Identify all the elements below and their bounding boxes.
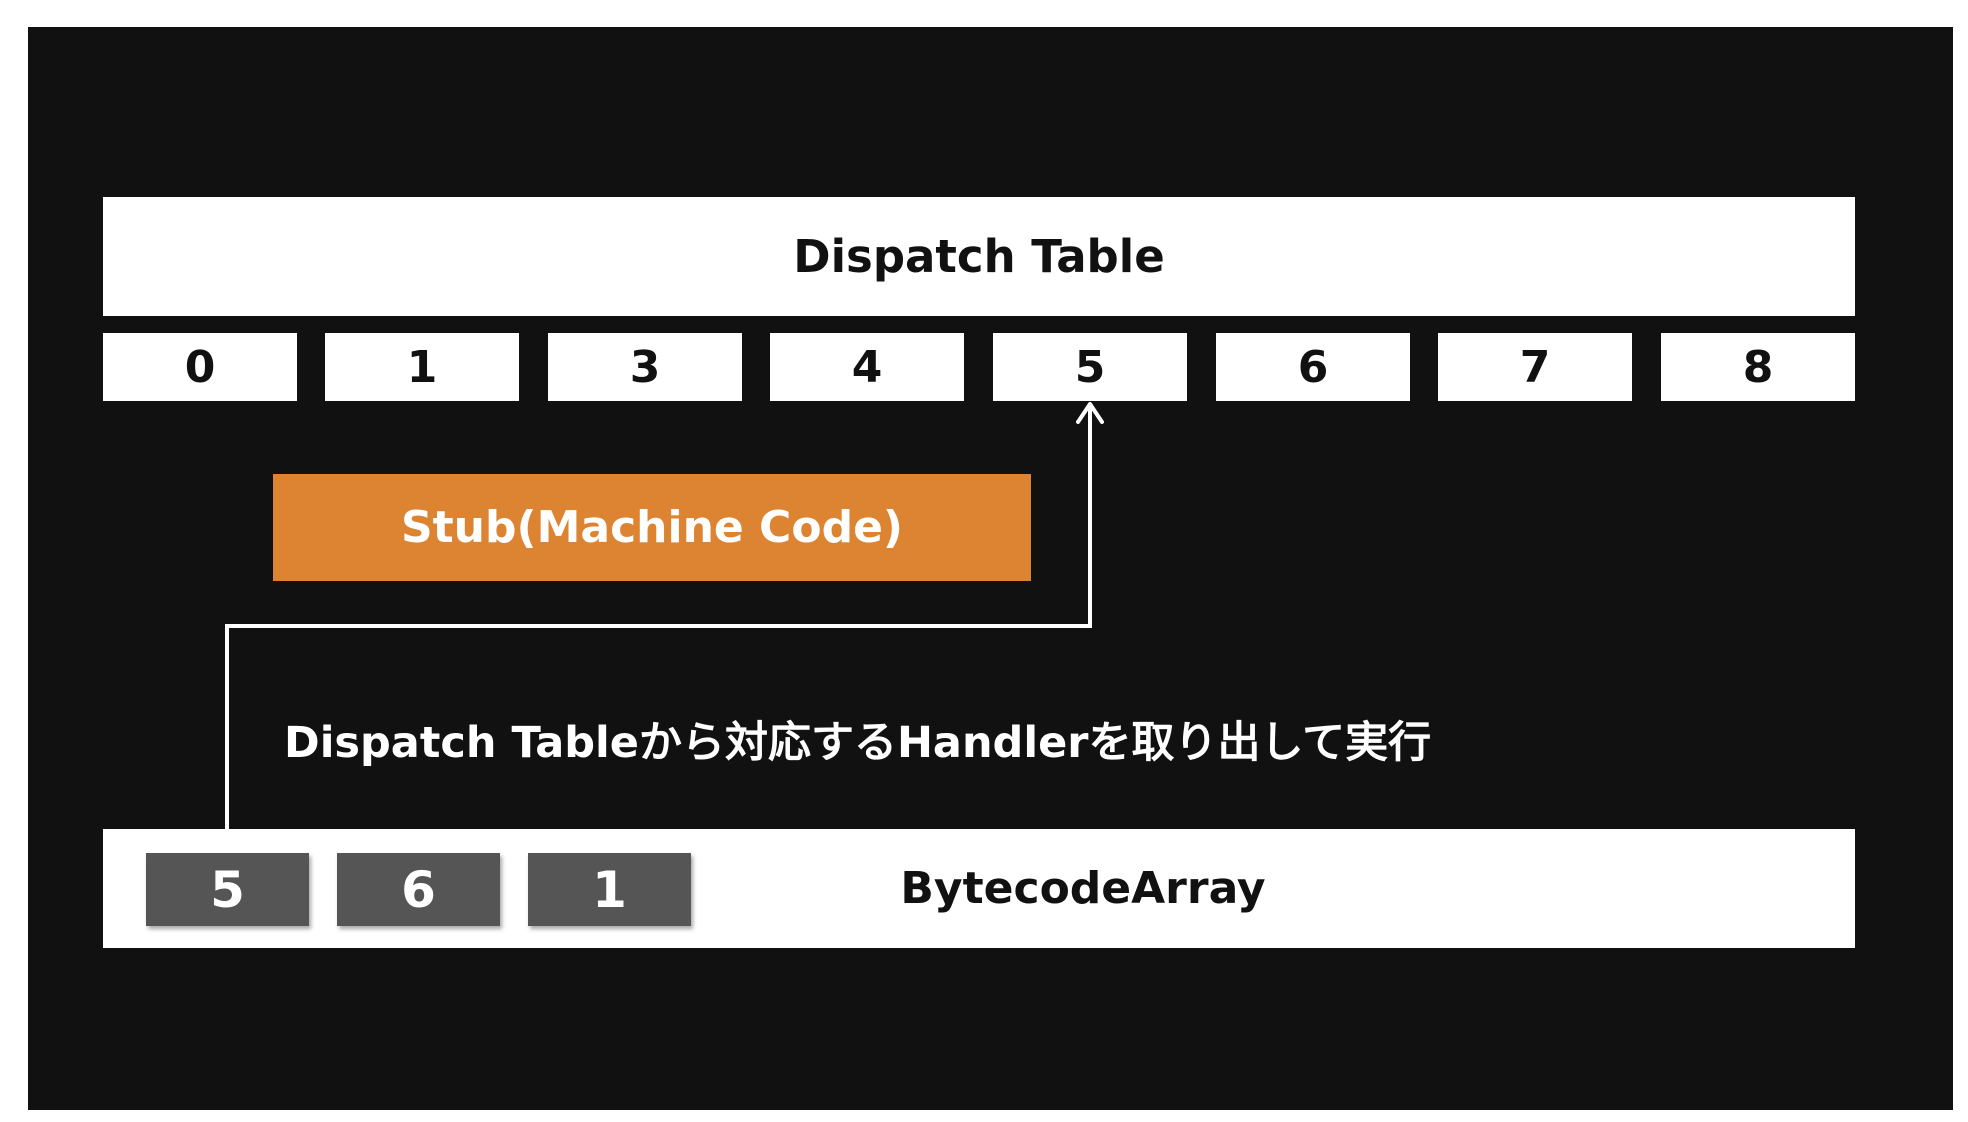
dispatch-cell-7: 7 bbox=[1438, 333, 1632, 401]
dispatch-cell-8: 8 bbox=[1661, 333, 1855, 401]
stub-machine-code-box: Stub(Machine Code) bbox=[273, 474, 1031, 581]
bytecode-byte-5: 5 bbox=[146, 853, 309, 926]
bytecode-array-bar: 5 6 1 BytecodeArray bbox=[103, 829, 1855, 948]
bytecode-byte-6: 6 bbox=[337, 853, 500, 926]
dispatch-cell-1: 1 bbox=[325, 333, 519, 401]
dispatch-cell-3: 3 bbox=[548, 333, 742, 401]
dispatch-cell-0: 0 bbox=[103, 333, 297, 401]
dispatch-cell-6: 6 bbox=[1216, 333, 1410, 401]
dispatch-caption: Dispatch Tableから対応するHandlerを取り出して実行 bbox=[284, 718, 1432, 768]
bytecode-array-label: BytecodeArray bbox=[900, 863, 1266, 914]
dispatch-table-title: Dispatch Table bbox=[103, 197, 1855, 316]
dispatch-cell-5: 5 bbox=[993, 333, 1187, 401]
bytecode-byte-1: 1 bbox=[528, 853, 691, 926]
dispatch-cell-4: 4 bbox=[770, 333, 964, 401]
